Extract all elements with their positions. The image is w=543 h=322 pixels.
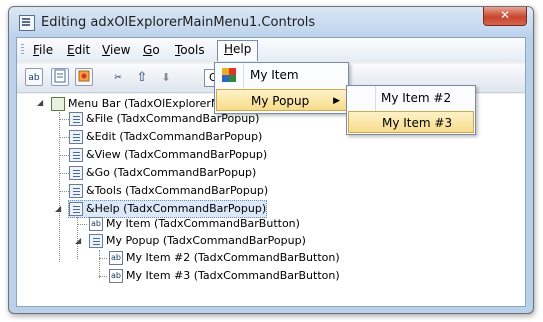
move-up-icon[interactable]: ⇧: [133, 68, 151, 86]
tree-item[interactable]: &Go (TadxCommandBarPopup): [69, 165, 256, 181]
dropdown-item-label: My Item: [250, 68, 299, 82]
popup-icon: [69, 130, 83, 144]
tree-line: [59, 173, 69, 174]
tree-line: [59, 155, 69, 156]
button-icon: ab: [109, 269, 123, 283]
dropdown-item-label: My Popup: [251, 94, 310, 108]
submenu-arrow-icon: ▶: [333, 96, 340, 106]
tree-item-label: My Item (TadxCommandBarButton): [106, 217, 300, 230]
palette-icon[interactable]: [75, 68, 93, 86]
tree-line: [59, 191, 69, 192]
collapse-arrow-icon[interactable]: ◢: [75, 236, 81, 245]
colors-icon: [222, 68, 236, 82]
app-icon: [19, 15, 35, 31]
tree-item[interactable]: ab My Item (TadxCommandBarButton): [89, 216, 300, 232]
tree-item[interactable]: &Edit (TadxCommandBarPopup): [69, 129, 262, 145]
menu-bar: File Edit View Go Tools Help: [17, 38, 525, 62]
tree-item-label: &Go (TadxCommandBarPopup): [86, 166, 257, 179]
collapse-arrow-icon[interactable]: ◢: [37, 98, 43, 107]
tree-item-label: &Tools (TadxCommandBarPopup): [86, 184, 269, 197]
collapse-arrow-icon[interactable]: ◢: [55, 204, 61, 213]
tree-line: [99, 276, 107, 277]
popup-icon: [89, 234, 103, 248]
popup-icon: [69, 202, 83, 216]
menu-edit[interactable]: Edit: [61, 42, 96, 60]
submenu-item-my-item-2[interactable]: My Item #2: [348, 87, 474, 109]
tree-item[interactable]: &Tools (TadxCommandBarPopup): [69, 183, 268, 199]
popup-icon: [69, 184, 83, 198]
button-icon: ab: [89, 217, 103, 231]
delete-icon[interactable]: ✂: [109, 68, 127, 86]
menu-go[interactable]: Go: [137, 42, 166, 60]
move-down-icon[interactable]: ⬇: [157, 68, 175, 86]
tree-item-label: My Popup (TadxCommandBarPopup): [106, 234, 306, 247]
menu-view[interactable]: View: [96, 42, 136, 60]
window-title: Editing adxOlExplorerMainMenu1.Controls: [41, 15, 316, 30]
menu-tools[interactable]: Tools: [169, 42, 211, 60]
tree-item[interactable]: My Popup (TadxCommandBarPopup): [89, 233, 306, 249]
dropdown-item-my-popup[interactable]: My Popup ▶: [216, 89, 347, 111]
tree-item-label: &Edit (TadxCommandBarPopup): [86, 130, 263, 143]
tree-line: [99, 250, 100, 278]
tree-item[interactable]: &View (TadxCommandBarPopup): [69, 147, 267, 163]
tree-root[interactable]: Menu Bar (TadxOlExplorerMain: [51, 96, 237, 112]
button-icon: ab: [109, 251, 123, 265]
tree-line: [59, 137, 69, 138]
menu-file[interactable]: File: [27, 42, 59, 60]
tree-line: [59, 112, 60, 262]
menu-help[interactable]: Help: [217, 40, 259, 61]
tree-line: [59, 119, 69, 120]
tree-item-label: My Item #3 (TadxCommandBarButton): [126, 269, 340, 282]
submenu-item-my-item-3[interactable]: My Item #3: [348, 111, 474, 133]
popup-icon: [69, 112, 83, 126]
add-popup-icon[interactable]: [51, 68, 69, 86]
tree-item[interactable]: ab My Item #3 (TadxCommandBarButton): [109, 268, 340, 284]
popup-icon: [69, 148, 83, 162]
help-dropdown: My Item My Popup ▶: [214, 62, 349, 114]
close-button[interactable]: ✕: [483, 7, 527, 26]
tree-item-label: My Item #2 (TadxCommandBarButton): [126, 251, 340, 264]
title-bar[interactable]: Editing adxOlExplorerMainMenu1.Controls …: [9, 7, 533, 37]
add-button-icon[interactable]: ab: [25, 68, 43, 86]
popup-submenu: My Item #2 My Item #3: [346, 85, 476, 135]
grip-handle-icon[interactable]: [21, 44, 24, 56]
menubar-icon: [51, 97, 65, 111]
editor-window: Editing adxOlExplorerMainMenu1.Controls …: [8, 6, 534, 314]
tree-item[interactable]: ab My Item #2 (TadxCommandBarButton): [109, 250, 340, 266]
popup-icon: [69, 166, 83, 180]
tree-line: [77, 224, 87, 225]
dropdown-item-my-item[interactable]: My Item: [216, 64, 347, 86]
tree-root-label: Menu Bar (TadxOlExplorerMain: [68, 97, 238, 110]
tree-item-label: &Help (TadxCommandBarPopup): [86, 202, 267, 215]
tree-line: [99, 258, 107, 259]
tree-item-label: &View (TadxCommandBarPopup): [86, 148, 268, 161]
